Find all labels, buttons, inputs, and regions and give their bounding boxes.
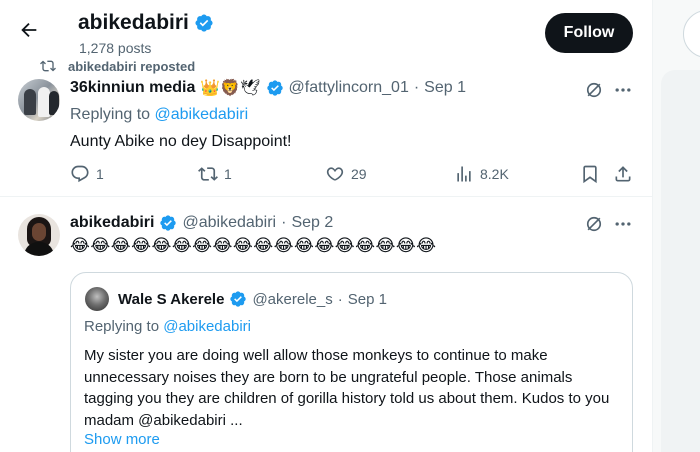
- quote-header: Wale S Akerele @akerele_s · Sep 1: [85, 287, 387, 311]
- reply-mention-link[interactable]: @abikedabiri: [155, 106, 249, 123]
- views-icon: [457, 166, 471, 182]
- quote-author-name: Wale S Akerele: [118, 290, 225, 308]
- quote-author-handle: @akerele_s: [252, 290, 333, 308]
- grok-icon[interactable]: [584, 80, 604, 100]
- divider: [0, 196, 652, 197]
- reply-mention: @abikedabiri: [163, 318, 251, 335]
- reply-button[interactable]: 1: [70, 164, 104, 184]
- sidebar-avatar-button[interactable]: [683, 10, 700, 58]
- view-count: 8.2K: [480, 166, 509, 182]
- back-button[interactable]: [18, 19, 40, 41]
- repost-count: 1: [224, 166, 232, 182]
- share-icon: [615, 166, 631, 182]
- author-name[interactable]: abikedabiri: [70, 214, 154, 232]
- replying-prefix: Replying to: [70, 106, 155, 123]
- repost-icon: [40, 60, 56, 72]
- avatar[interactable]: [18, 214, 60, 256]
- like-icon: [326, 167, 344, 181]
- follow-button[interactable]: Follow: [545, 13, 633, 53]
- replying-prefix: Replying to: [84, 318, 164, 335]
- grok-icon[interactable]: [584, 214, 604, 234]
- verified-badge-icon: [195, 14, 213, 32]
- quote-text: My sister you are doing well allow those…: [84, 347, 610, 429]
- author-handle[interactable]: @abikedabiri: [182, 214, 276, 232]
- tweet-text: 😂😂😂😂😂😂😂😂😂😂😂😂😂😂😂😂😂😂: [70, 236, 437, 255]
- verified-badge-icon: [266, 80, 283, 96]
- tweet-text: Aunty Abike no dey Disappoint!: [70, 133, 292, 150]
- replying-to: Replying to @abikedabiri: [84, 318, 251, 335]
- verified-badge-icon: [230, 291, 247, 307]
- profile-name-row: abikedabiri: [78, 11, 214, 35]
- post-count: 1,278 posts: [79, 40, 152, 56]
- tweet-1[interactable]: 36kinniun media 👑🦁🕊 @fattylincorn_01 · S…: [0, 74, 652, 194]
- meta-dot: ·: [337, 290, 343, 308]
- tweet-actions: 1 1 29 8.2K: [70, 164, 636, 188]
- show-more-link[interactable]: Show more: [84, 431, 160, 448]
- avatar[interactable]: [18, 79, 60, 121]
- repost-icon: [198, 167, 218, 181]
- author-handle[interactable]: @fattylincorn_01: [289, 79, 409, 97]
- meta-dot: ·: [413, 79, 420, 96]
- views-button[interactable]: 8.2K: [454, 164, 509, 184]
- quoted-tweet[interactable]: Wale S Akerele @akerele_s · Sep 1 Replyi…: [70, 272, 633, 452]
- profile-header: abikedabiri 1,278 posts Follow: [0, 3, 652, 57]
- avatar: [85, 287, 109, 311]
- tweet-date[interactable]: Sep 1: [424, 79, 466, 97]
- repost-indicator[interactable]: abikedabiri reposted: [40, 58, 195, 74]
- like-button[interactable]: 29: [325, 164, 367, 184]
- reply-icon: [71, 165, 89, 183]
- tweet-2[interactable]: abikedabiri @abikedabiri · Sep 2 😂😂😂😂😂😂😂…: [0, 200, 652, 452]
- more-icon[interactable]: [612, 214, 634, 234]
- verified-badge-icon: [160, 215, 177, 231]
- bookmark-button[interactable]: [580, 164, 600, 184]
- tweet-date[interactable]: Sep 2: [291, 214, 333, 232]
- right-sidebar: [652, 0, 700, 452]
- more-icon[interactable]: [612, 80, 634, 100]
- meta-dot: ·: [281, 214, 287, 231]
- repost-button[interactable]: 1: [198, 164, 232, 184]
- replying-to: Replying to @abikedabiri: [70, 106, 248, 124]
- author-emojis: 👑🦁🕊: [200, 80, 261, 97]
- tweet-header: abikedabiri @abikedabiri · Sep 2: [70, 214, 333, 232]
- share-button[interactable]: [613, 164, 633, 184]
- bookmark-icon: [583, 165, 597, 184]
- repost-text: abikedabiri reposted: [68, 58, 196, 74]
- reply-count: 1: [96, 166, 104, 182]
- author-name[interactable]: 36kinniun media: [70, 79, 195, 97]
- tweet-header: 36kinniun media 👑🦁🕊 @fattylincorn_01 · S…: [70, 78, 466, 98]
- profile-name: abikedabiri: [78, 11, 189, 34]
- like-count: 29: [351, 166, 367, 182]
- profile-timeline: abikedabiri 1,278 posts Follow abikedabi…: [0, 0, 652, 452]
- sidebar-panel: [661, 70, 700, 452]
- quote-date: Sep 1: [347, 290, 387, 308]
- back-arrow-icon: [21, 22, 37, 38]
